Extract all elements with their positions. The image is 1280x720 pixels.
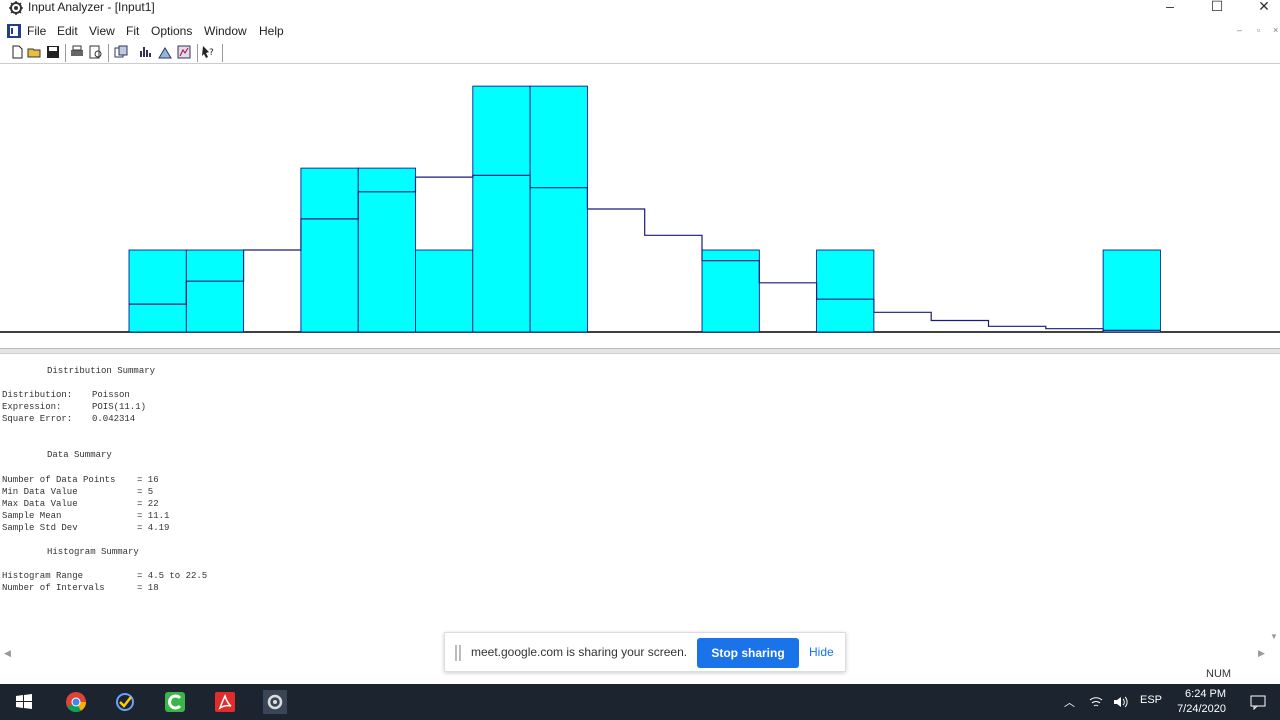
histogram-bar <box>300 167 359 333</box>
camtasia-icon[interactable] <box>161 688 189 716</box>
toolbar-separator <box>65 44 66 62</box>
menu-view[interactable]: View <box>89 23 115 39</box>
menu-help[interactable]: Help <box>259 23 284 39</box>
clock[interactable]: 6:24 PM 7/24/2020 <box>1170 687 1226 717</box>
hist-row-value: = 4.5 to 22.5 <box>137 571 208 581</box>
network-wifi-icon[interactable] <box>1088 694 1104 710</box>
histogram-bar <box>529 85 588 333</box>
distribution-value: Poisson <box>92 390 130 400</box>
print-icon[interactable] <box>70 45 84 59</box>
histogram-chart <box>0 85 1280 333</box>
taskbar: ︿ ESP 6:24 PM 7/24/2020 <box>0 684 1280 720</box>
toolbar-separator <box>197 44 198 62</box>
show-hidden-icons-chevron-icon[interactable]: ︿ <box>1064 694 1075 710</box>
scroll-right-arrow-icon[interactable]: ▶ <box>1258 648 1265 659</box>
scroll-left-arrow-icon[interactable]: ◀ <box>4 648 11 659</box>
window-title: Input Analyzer - [Input1] <box>28 0 155 14</box>
chrome-icon[interactable] <box>62 688 90 716</box>
square-error-label: Square Error: <box>2 414 73 424</box>
data-row-value: = 16 <box>137 475 159 485</box>
mdi-close-button[interactable]: × <box>1273 25 1278 35</box>
mdi-minimize-button[interactable]: – <box>1237 25 1242 35</box>
tasks-icon[interactable] <box>111 688 139 716</box>
data-row-label: Number of Data Points <box>2 475 116 485</box>
data-row-label: Sample Std Dev <box>2 523 78 533</box>
distribution-summary-heading: Distribution Summary <box>47 366 156 376</box>
histogram-bar <box>816 249 875 333</box>
poisson-fit-curve <box>129 174 1161 331</box>
copy-icon[interactable] <box>114 45 128 59</box>
histogram-summary-heading: Histogram Summary <box>47 547 139 557</box>
new-file-icon[interactable] <box>10 45 24 59</box>
distribution-label: Distribution: <box>2 390 73 400</box>
title-bar: Input Analyzer - [Input1] – ☐ ✕ <box>0 0 1280 18</box>
hist-row-label: Histogram Range <box>2 571 84 581</box>
open-folder-icon[interactable] <box>27 45 41 59</box>
data-row-label: Max Data Value <box>2 499 78 509</box>
menu-bar: File Edit View Fit Options Window Help –… <box>0 20 1280 42</box>
data-row-value: = 11.1 <box>137 511 170 521</box>
histogram-bar <box>128 249 187 333</box>
histogram-bar <box>1102 249 1161 333</box>
menu-fit[interactable]: Fit <box>126 23 139 39</box>
menu-file[interactable]: File <box>27 23 46 39</box>
clock-date: 7/24/2020 <box>1177 703 1226 715</box>
input-language[interactable]: ESP <box>1140 694 1162 706</box>
expression-value: POIS(11.1) <box>92 402 147 412</box>
scroll-down-arrow-icon[interactable]: ▼ <box>1270 632 1278 641</box>
histogram-pane <box>0 66 1280 350</box>
histogram-icon[interactable] <box>158 45 172 59</box>
data-summary-heading: Data Summary <box>47 450 112 460</box>
hist-row-label: Number of Intervals <box>2 583 105 593</box>
share-message: meet.google.com is sharing your screen. <box>471 645 688 659</box>
summary-pane: Distribution Summary Distribution: Poiss… <box>0 354 1280 664</box>
toolbar-separator <box>108 44 109 62</box>
histogram-bar <box>357 167 416 333</box>
data-row-value: = 5 <box>137 487 154 497</box>
notifications-icon[interactable] <box>1250 694 1266 710</box>
volume-icon[interactable] <box>1112 694 1128 710</box>
stop-sharing-button[interactable]: Stop sharing <box>697 638 799 668</box>
input-analyzer-icon[interactable] <box>261 688 289 716</box>
histogram-bar <box>185 249 245 333</box>
fit-data-icon[interactable] <box>139 45 153 59</box>
document-icon[interactable] <box>6 23 22 39</box>
histogram-bar <box>415 249 474 333</box>
data-row-value: = 22 <box>137 499 159 509</box>
toolbar: ? <box>0 42 1280 64</box>
context-help-icon[interactable]: ? <box>201 45 215 59</box>
mdi-restore-button[interactable]: ▫ <box>1257 25 1260 35</box>
data-row-label: Min Data Value <box>2 487 78 497</box>
histogram-bar <box>472 85 531 333</box>
svg-text:?: ? <box>209 48 214 58</box>
histogram-bar <box>701 249 760 333</box>
close-button[interactable]: ✕ <box>1244 0 1280 14</box>
status-num-lock: NUM <box>1206 668 1232 680</box>
toolbar-separator <box>222 44 223 62</box>
drag-grip-icon[interactable] <box>455 645 461 661</box>
windows-start-icon[interactable] <box>10 688 38 716</box>
minimize-button[interactable]: – <box>1150 0 1190 14</box>
clock-time: 6:24 PM <box>1185 688 1226 700</box>
hide-button[interactable]: Hide <box>809 645 834 659</box>
fit-all-icon[interactable] <box>177 45 191 59</box>
hist-row-value: = 18 <box>137 583 159 593</box>
print-preview-icon[interactable] <box>89 45 103 59</box>
data-row-label: Sample Mean <box>2 511 62 521</box>
menu-window[interactable]: Window <box>204 23 247 39</box>
square-error-value: 0.042314 <box>92 414 136 424</box>
menu-options[interactable]: Options <box>151 23 192 39</box>
screen-share-bar: meet.google.com is sharing your screen. … <box>444 632 846 672</box>
save-icon[interactable] <box>46 45 60 59</box>
app-gear-icon <box>9 1 23 15</box>
data-row-value: = 4.19 <box>137 523 170 533</box>
acrobat-icon[interactable] <box>211 688 239 716</box>
maximize-button[interactable]: ☐ <box>1197 0 1237 14</box>
expression-label: Expression: <box>2 402 62 412</box>
menu-edit[interactable]: Edit <box>57 23 78 39</box>
